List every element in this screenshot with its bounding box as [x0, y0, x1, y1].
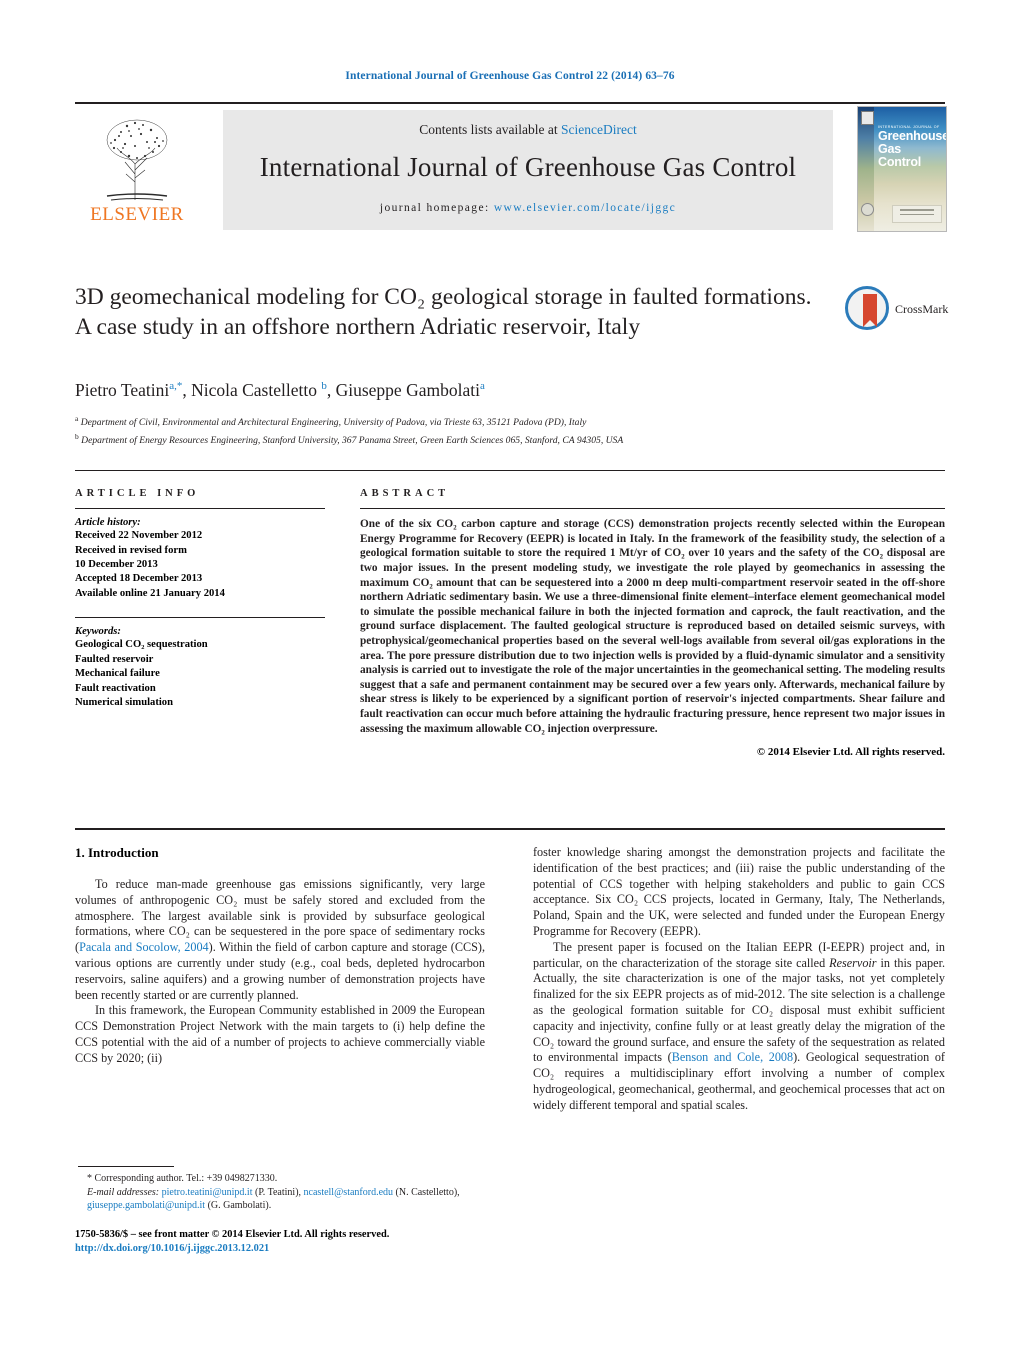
affiliation-a-text: Department of Civil, Environmental and A…: [80, 417, 587, 429]
journal-cover-thumbnail: INTERNATIONAL JOURNAL OF Greenhouse Gas …: [857, 106, 947, 232]
elsevier-logo: ELSEVIER: [77, 112, 197, 230]
cover-seal-icon: [861, 203, 874, 216]
author-1-marks[interactable]: a,*: [169, 380, 182, 392]
cover-publisher-mark-icon: [861, 111, 874, 125]
body-column-left: 1. Introduction To reduce man-made green…: [75, 845, 485, 1067]
author-1: Pietro Teatinia,*: [75, 380, 182, 400]
homepage-prefix: journal homepage:: [379, 202, 494, 214]
keyword-1: Faulted reservoir: [75, 653, 154, 665]
affiliation-a-mark: a: [75, 414, 79, 423]
elsevier-wordmark: ELSEVIER: [90, 204, 184, 225]
article-info-heading: ARTICLE INFO: [75, 488, 200, 499]
crossmark-ribbon-icon: [863, 294, 877, 327]
crossmark-label: CrossMark: [895, 302, 949, 316]
elsevier-tree-icon: [85, 112, 189, 204]
author-2: Nicola Castelletto b: [191, 380, 327, 400]
email-addresses-label: E-mail addresses:: [87, 1186, 160, 1198]
crossmark-circle-icon: [845, 286, 889, 330]
abstract-rule: [360, 508, 945, 510]
sciencedirect-link[interactable]: ScienceDirect: [561, 122, 637, 137]
paragraph-left-1: To reduce man-made greenhouse gas emissi…: [75, 877, 485, 1003]
contents-available-line: Contents lists available at ScienceDirec…: [223, 122, 833, 138]
article-history-3: Accepted 18 December 2013: [75, 573, 203, 585]
article-history-4: Available online 21 January 2014: [75, 587, 225, 599]
article-history-0: Received 22 November 2012: [75, 530, 203, 542]
affiliation-list: a Department of Civil, Environmental and…: [75, 412, 905, 448]
keyword-3: Fault reactivation: [75, 682, 156, 694]
author-1-name: Pietro Teatini: [75, 380, 170, 400]
body-column-right: foster knowledge sharing amongst the dem…: [533, 845, 945, 1114]
footnote-block: * Corresponding author. Tel.: +39 049827…: [75, 1172, 495, 1213]
article-history-2: 10 December 2013: [75, 559, 158, 570]
contents-prefix: Contents lists available at: [419, 122, 561, 137]
issn-copyright-line: 1750-5836/$ – see front matter © 2014 El…: [75, 1229, 390, 1240]
journal-homepage-line: journal homepage: www.elsevier.com/locat…: [223, 202, 833, 214]
article-info-column: ARTICLE INFO Article history: Received 2…: [75, 488, 325, 710]
affiliation-b: b Department of Energy Resources Enginee…: [75, 430, 905, 448]
keyword-4: Numerical simulation: [75, 697, 173, 709]
keywords-rule: [75, 617, 325, 619]
abstract-copyright: © 2014 Elsevier Ltd. All rights reserved…: [756, 746, 945, 759]
email-owner-3: (G. Gambolati): [207, 1200, 269, 1211]
email-addresses-note: E-mail addresses: pietro.teatini@unipd.i…: [87, 1186, 460, 1212]
abstract-bottom-rule: [75, 828, 945, 830]
crossmark-badge[interactable]: CrossMark: [845, 286, 955, 332]
keyword-0: Geological CO₂ sequestration: [75, 639, 208, 651]
journal-masthead: ELSEVIER Contents lists available at Sci…: [75, 102, 947, 232]
paragraph-text: In this framework, the European Communit…: [75, 1003, 485, 1065]
doi-link[interactable]: http://dx.doi.org/10.1016/j.ijggc.2013.1…: [75, 1242, 535, 1256]
title-block: 3D geomechanical modeling for CO₂ geolog…: [75, 282, 820, 342]
journal-title: International Journal of Greenhouse Gas …: [259, 152, 797, 182]
email-owner-2: (N. Castelletto): [395, 1186, 458, 1198]
email-link-3[interactable]: giuseppe.gambolati@unipd.it: [87, 1200, 205, 1211]
email-link-2[interactable]: ncastell@stanford.edu: [304, 1187, 393, 1198]
cover-title-line1: Greenhouse: [878, 129, 947, 143]
footnote-rule: [78, 1166, 174, 1168]
article-history-label: Article history:: [75, 517, 141, 529]
corresponding-author-note: * Corresponding author. Tel.: +39 049827…: [87, 1173, 278, 1184]
journal-info-band: Contents lists available at ScienceDirec…: [223, 110, 833, 230]
homepage-url-link[interactable]: www.elsevier.com/locate/ijggc: [494, 202, 676, 214]
paragraph-right-1: foster knowledge sharing amongst the dem…: [533, 845, 945, 940]
article-info-rule: [75, 508, 325, 510]
paper-page: International Journal of Greenhouse Gas …: [0, 0, 1020, 1351]
author-3: Giuseppe Gambolatia: [336, 380, 485, 400]
author-2-name: Nicola Castelletto: [191, 380, 317, 400]
info-top-rule: [75, 470, 945, 472]
keyword-2: Mechanical failure: [75, 668, 160, 680]
paragraph-left-2: In this framework, the European Communit…: [75, 1003, 485, 1066]
emphasis-text: Reservoir: [829, 955, 877, 970]
author-sep-2: ,: [326, 380, 336, 400]
author-3-name: Giuseppe Gambolati: [335, 380, 480, 400]
page-title: 3D geomechanical modeling for CO₂ geolog…: [75, 284, 812, 340]
author-list: Pietro Teatinia,*, Nicola Castelletto b,…: [75, 380, 875, 401]
author-sep-1: ,: [182, 380, 192, 400]
cover-title-line2: Gas Control: [878, 142, 922, 169]
section-heading-introduction: 1. Introduction: [75, 845, 159, 860]
page-footer: 1750-5836/$ – see front matter © 2014 El…: [75, 1228, 535, 1256]
abstract-column: ABSTRACT One of the six CO₂ carbon captu…: [360, 488, 945, 758]
paragraph-text: in this paper. Actually, the site charac…: [533, 955, 945, 1065]
tree-illustration-svg: [106, 119, 168, 201]
cover-footer-logo: [892, 205, 942, 223]
citation-link[interactable]: Benson and Cole, 2008: [672, 1050, 793, 1064]
paragraph-right-2: The present paper is focused on the Ital…: [533, 940, 945, 1114]
email-owner-1: (P. Teatini): [254, 1186, 299, 1198]
author-3-marks[interactable]: a: [480, 380, 485, 392]
paragraph-text: foster knowledge sharing amongst the dem…: [533, 845, 945, 938]
article-history-1: Received in revised form: [75, 544, 187, 556]
affiliation-a: a Department of Civil, Environmental and…: [75, 412, 905, 430]
running-head: International Journal of Greenhouse Gas …: [345, 70, 675, 82]
masthead-top-rule: [75, 102, 945, 104]
email-link-1[interactable]: pietro.teatini@unipd.it: [162, 1187, 253, 1198]
citation-link[interactable]: Pacala and Socolow, 2004: [79, 940, 209, 954]
abstract-text: One of the six CO₂ carbon capture and st…: [360, 518, 945, 735]
cover-title: Greenhouse Gas Control: [878, 129, 947, 169]
affiliation-b-mark: b: [75, 432, 79, 442]
affiliation-b-text: Department of Energy Resources Engineeri…: [81, 435, 624, 447]
abstract-heading: ABSTRACT: [360, 488, 450, 499]
keywords-label: Keywords:: [75, 626, 121, 638]
